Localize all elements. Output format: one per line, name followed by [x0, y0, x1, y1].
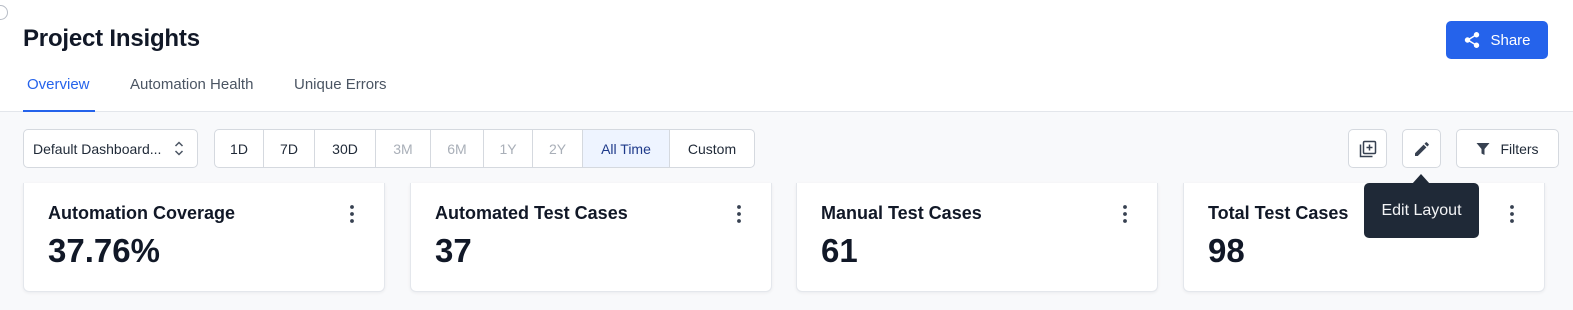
card-title: Automated Test Cases [435, 203, 628, 223]
add-widget-button[interactable] [1348, 129, 1387, 168]
metric-card-manual-test-cases: Manual Test Cases 61 [796, 183, 1158, 292]
card-value: 61 [821, 232, 858, 269]
range-1y[interactable]: 1Y [484, 130, 533, 167]
filters-button-label: Filters [1500, 140, 1539, 157]
range-custom[interactable]: Custom [670, 130, 754, 167]
dashboard-select[interactable]: Default Dashboard... [23, 129, 198, 168]
range-7d[interactable]: 7D [264, 130, 315, 167]
range-1d[interactable]: 1D [215, 130, 264, 167]
card-value: 37 [435, 232, 472, 269]
filter-icon [1476, 142, 1490, 155]
edit-layout-button[interactable] [1402, 129, 1441, 168]
kebab-menu-icon[interactable] [734, 204, 744, 224]
filters-button[interactable]: Filters [1456, 129, 1559, 168]
page-header: Project Insights Share Overview Automati… [0, 0, 1573, 112]
metric-card-automated-test-cases: Automated Test Cases 37 [410, 183, 772, 292]
range-30d[interactable]: 30D [315, 130, 376, 167]
tab-overview[interactable]: Overview [27, 76, 90, 93]
card-title: Manual Test Cases [821, 203, 982, 223]
tab-automation-health[interactable]: Automation Health [130, 76, 253, 93]
active-tab-indicator [23, 110, 95, 112]
add-widget-icon [1359, 140, 1376, 157]
metric-card-automation-coverage: Automation Coverage 37.76% [23, 183, 385, 292]
range-all-time[interactable]: All Time [583, 130, 670, 167]
edit-layout-tooltip: Edit Layout [1364, 183, 1479, 238]
range-6m[interactable]: 6M [431, 130, 484, 167]
dashboard-select-value: Default Dashboard... [33, 140, 162, 157]
time-range-group: 1D 7D 30D 3M 6M 1Y 2Y All Time Custom [214, 129, 755, 168]
share-button[interactable]: Share [1446, 21, 1548, 59]
kebab-menu-icon[interactable] [1507, 204, 1517, 224]
chevron-up-down-icon [174, 141, 184, 156]
kebab-menu-icon[interactable] [1120, 204, 1130, 224]
share-icon [1465, 32, 1480, 48]
kebab-menu-icon[interactable] [347, 204, 357, 224]
tab-unique-errors[interactable]: Unique Errors [294, 76, 387, 93]
corner-handle [0, 5, 8, 20]
pencil-icon [1414, 141, 1429, 156]
card-title: Total Test Cases [1208, 203, 1349, 223]
card-title: Automation Coverage [48, 203, 236, 223]
page-title: Project Insights [23, 25, 200, 52]
range-2y[interactable]: 2Y [533, 130, 583, 167]
share-button-label: Share [1490, 31, 1531, 49]
card-value: 37.76% [48, 232, 160, 269]
range-3m[interactable]: 3M [376, 130, 431, 167]
card-value: 98 [1208, 232, 1245, 269]
